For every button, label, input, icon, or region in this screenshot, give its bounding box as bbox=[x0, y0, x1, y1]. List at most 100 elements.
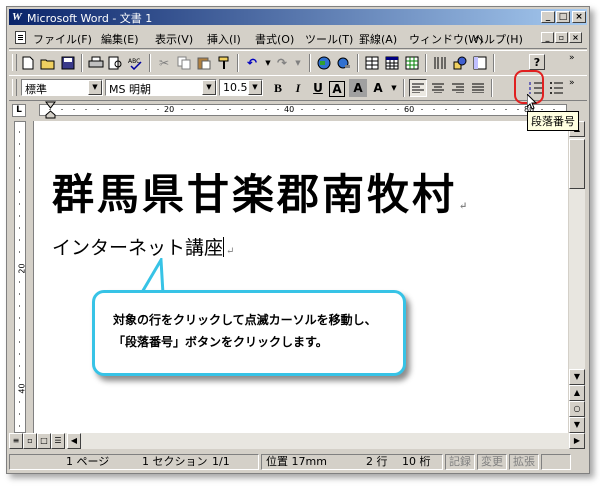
print-preview-icon[interactable] bbox=[107, 54, 125, 72]
toolbar-overflow-icon[interactable]: » bbox=[569, 78, 575, 88]
title-text: 群馬県甘楽郡南牧村 bbox=[52, 170, 458, 219]
web-layout-view-button[interactable]: ▫ bbox=[23, 433, 37, 449]
document-area[interactable]: 群馬県甘楽郡南牧村 ↵ インターネット講座 ↵ bbox=[33, 121, 568, 433]
style-combo[interactable]: 標準 ▼ bbox=[21, 79, 103, 96]
indent-marker-icon[interactable] bbox=[45, 101, 57, 119]
web-toolbar-icon[interactable] bbox=[315, 54, 333, 72]
print-icon[interactable] bbox=[87, 54, 105, 72]
tables-borders-icon[interactable] bbox=[363, 54, 381, 72]
menu-help[interactable]: ヘルプ(H) bbox=[473, 31, 523, 47]
font-value: MS 明朝 bbox=[109, 83, 151, 96]
new-document-icon[interactable] bbox=[19, 54, 37, 72]
toolbar-separator bbox=[149, 54, 151, 72]
char-border-button[interactable]: A bbox=[329, 81, 345, 97]
maximize-button[interactable]: □ bbox=[556, 11, 570, 23]
spelling-icon[interactable]: ABC bbox=[127, 54, 145, 72]
toolbar-grip[interactable] bbox=[12, 79, 17, 96]
doc-minimize-button[interactable]: _ bbox=[541, 32, 554, 43]
status-bar: 1 ページ 1 セクション 1/1 位置 17mm 2 行 10 桁 記録 変更… bbox=[9, 453, 585, 471]
formatting-toolbar: 標準 ▼ MS 明朝 ▼ 10.5 ▼ B I U A A A ▼ » bbox=[9, 75, 587, 101]
menu-view[interactable]: 表示(V) bbox=[155, 31, 193, 47]
menu-table[interactable]: 罫線(A) bbox=[359, 31, 397, 47]
doc-close-button[interactable]: × bbox=[569, 32, 582, 43]
cut-icon[interactable]: ✂ bbox=[155, 54, 173, 72]
tab-selector[interactable]: L bbox=[12, 104, 26, 117]
align-center-button[interactable] bbox=[429, 79, 447, 97]
scroll-left-button[interactable]: ◀ bbox=[67, 433, 81, 449]
word-window: W Microsoft Word - 文書 1 _ □ × ファイル(F) 編集… bbox=[6, 6, 590, 474]
doc-line-title[interactable]: 群馬県甘楽郡南牧村 ↵ bbox=[52, 161, 470, 222]
bullets-button[interactable] bbox=[547, 79, 565, 97]
doc-line-target[interactable]: インターネット講座 ↵ bbox=[52, 233, 234, 260]
numbering-tooltip: 段落番号 bbox=[527, 111, 579, 131]
chevron-down-icon[interactable]: ▼ bbox=[385, 79, 403, 97]
horizontal-ruler: L 20 40 60 80 bbox=[9, 101, 587, 119]
underline-button[interactable]: U bbox=[309, 79, 327, 97]
menu-edit[interactable]: 編集(E) bbox=[101, 31, 139, 47]
paste-icon[interactable] bbox=[195, 54, 213, 72]
format-painter-icon[interactable] bbox=[215, 54, 233, 72]
help-icon[interactable]: ? bbox=[529, 54, 545, 70]
scroll-right-button[interactable]: ▶ bbox=[569, 433, 585, 449]
document-map-icon[interactable] bbox=[471, 54, 489, 72]
bold-button[interactable]: B bbox=[269, 79, 287, 97]
align-left-button[interactable] bbox=[409, 79, 427, 97]
status-trk[interactable]: 変更 bbox=[477, 454, 507, 470]
vertical-scrollbar[interactable]: ▲ ▼ ▲ ○ ▼ bbox=[569, 121, 585, 433]
window-title: Microsoft Word - 文書 1 bbox=[27, 12, 153, 25]
menu-file[interactable]: ファイル(F) bbox=[33, 31, 92, 47]
redo-dropdown-icon[interactable]: ▼ bbox=[289, 54, 307, 72]
open-folder-icon[interactable] bbox=[39, 54, 57, 72]
status-rec-label: 記録 bbox=[449, 455, 471, 468]
save-icon[interactable] bbox=[59, 54, 77, 72]
normal-view-button[interactable]: ≡ bbox=[9, 433, 23, 449]
toolbar-overflow-icon[interactable]: » bbox=[569, 53, 575, 63]
status-ext-label: 拡張 bbox=[513, 455, 535, 468]
status-ext[interactable]: 拡張 bbox=[509, 454, 539, 470]
ruler-number: 40 bbox=[17, 383, 27, 394]
status-section: 1 セクション bbox=[142, 455, 208, 468]
ruler-number: 60 bbox=[404, 105, 415, 114]
font-size-combo[interactable]: 10.5 ▼ bbox=[219, 79, 263, 96]
previous-page-button[interactable]: ▲ bbox=[569, 385, 585, 401]
toolbar-grip[interactable] bbox=[12, 54, 17, 71]
ruler-band[interactable]: 20 40 60 80 bbox=[39, 104, 567, 116]
font-combo[interactable]: MS 明朝 ▼ bbox=[105, 79, 217, 96]
drawing-icon[interactable] bbox=[451, 54, 469, 72]
print-layout-view-button[interactable]: □ bbox=[37, 433, 51, 449]
menu-insert[interactable]: 挿入(I) bbox=[207, 31, 241, 47]
next-page-button[interactable]: ▼ bbox=[569, 417, 585, 433]
document-icon[interactable] bbox=[15, 31, 26, 44]
close-button[interactable]: × bbox=[572, 11, 586, 23]
minimize-button[interactable]: _ bbox=[541, 11, 555, 23]
paragraph-mark: ↵ bbox=[459, 201, 471, 212]
scroll-thumb[interactable] bbox=[569, 139, 585, 189]
insert-table-icon[interactable] bbox=[383, 54, 401, 72]
chevron-down-icon[interactable]: ▼ bbox=[88, 80, 102, 95]
outline-view-button[interactable]: ☰ bbox=[51, 433, 65, 449]
scroll-down-button[interactable]: ▼ bbox=[569, 369, 585, 385]
copy-icon[interactable] bbox=[175, 54, 193, 72]
callout-line2: 「段落番号」ボタンをクリックします。 bbox=[113, 335, 328, 349]
horizontal-scrollbar[interactable]: ≡ ▫ □ ☰ ◀ ▶ bbox=[9, 433, 585, 449]
hyperlink-icon[interactable] bbox=[335, 54, 353, 72]
status-position: 位置 17mm bbox=[266, 455, 327, 468]
doc-restore-button[interactable]: ▫ bbox=[555, 32, 568, 43]
italic-button[interactable]: I bbox=[289, 79, 307, 97]
char-shading-button[interactable]: A bbox=[349, 79, 367, 97]
columns-icon[interactable] bbox=[431, 54, 449, 72]
menu-bar: ファイル(F) 編集(E) 表示(V) 挿入(I) 書式(O) ツール(T) 罫… bbox=[9, 28, 587, 49]
ruler-number: 20 bbox=[164, 105, 175, 114]
word-app-icon[interactable]: W bbox=[12, 11, 22, 23]
status-rec[interactable]: 記録 bbox=[445, 454, 475, 470]
ruler-band[interactable]: 20 40 bbox=[14, 121, 27, 433]
chevron-down-icon[interactable]: ▼ bbox=[202, 80, 216, 95]
chevron-down-icon[interactable]: ▼ bbox=[248, 80, 262, 95]
distributed-align-button[interactable] bbox=[469, 79, 487, 97]
insert-excel-icon[interactable] bbox=[403, 54, 421, 72]
align-right-button[interactable] bbox=[449, 79, 467, 97]
toolbar-separator bbox=[81, 54, 83, 72]
menu-format[interactable]: 書式(O) bbox=[255, 31, 294, 47]
browse-object-button[interactable]: ○ bbox=[569, 401, 585, 417]
menu-tools[interactable]: ツール(T) bbox=[305, 31, 353, 47]
